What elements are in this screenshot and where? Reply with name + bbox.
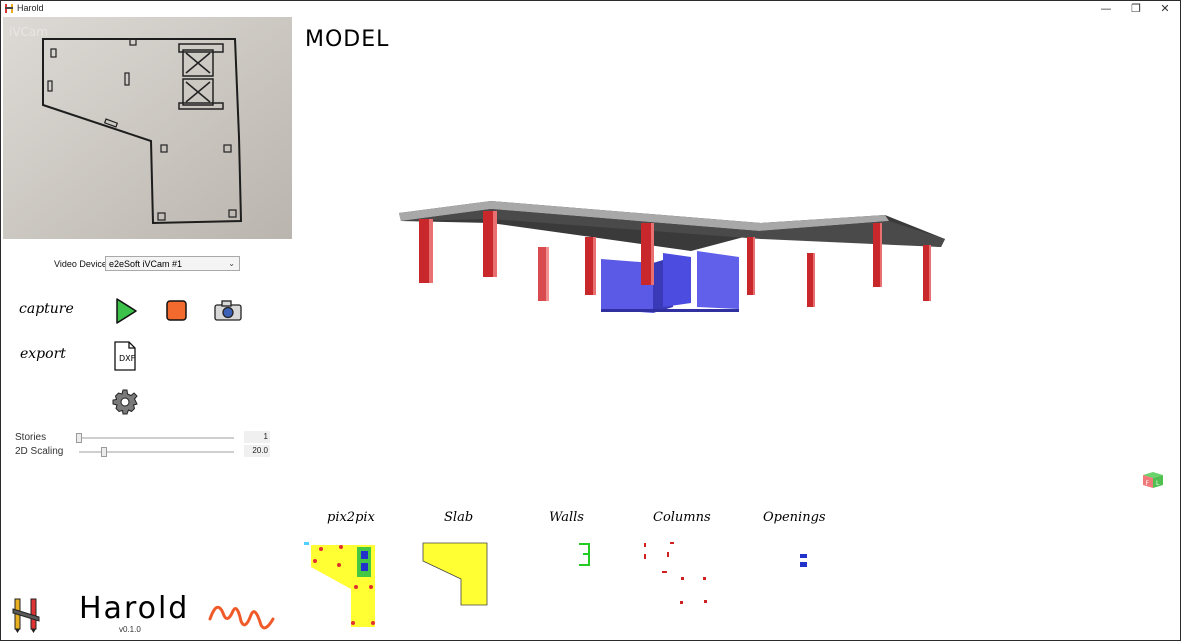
harold-scribble-logo — [208, 605, 275, 630]
app-window: Harold — ❐ ✕ iVCam Video Device e2eSoft … — [0, 0, 1181, 641]
window-title: Harold — [17, 3, 44, 13]
scaling-label: 2D Scaling — [15, 446, 64, 457]
camera-watermark: iVCam — [9, 25, 48, 39]
camera-snapshot-icon[interactable] — [214, 300, 242, 321]
stage-label-walls: Walls — [549, 510, 584, 525]
openings-thumbnail — [800, 554, 807, 567]
stop-icon[interactable] — [166, 300, 187, 321]
stories-slider-thumb[interactable] — [76, 433, 82, 443]
harold-logo-icon — [12, 598, 40, 633]
brand-version: v0.1.0 — [119, 625, 141, 634]
stage-label-slab: Slab — [444, 510, 474, 525]
stories-slider-track[interactable] — [79, 437, 234, 439]
stage-label-openings: Openings — [763, 510, 826, 525]
stories-label: Stories — [15, 432, 47, 443]
3d-model-viewport[interactable] — [391, 191, 951, 321]
camera-preview: iVCam — [3, 17, 292, 239]
play-icon[interactable] — [114, 297, 138, 325]
model-title: MODEL — [305, 27, 390, 52]
minimize-button[interactable]: — — [1091, 1, 1121, 17]
chevron-down-icon: ⌄ — [228, 259, 235, 268]
columns-thumbnail — [644, 542, 707, 604]
dxf-text: DXF — [119, 354, 136, 363]
scaling-slider-thumb[interactable] — [101, 447, 107, 457]
walls-thumbnail — [579, 543, 590, 566]
view-cube-icon[interactable]: F L — [1141, 469, 1165, 489]
brand-name: Harold — [79, 591, 190, 626]
scaling-value[interactable]: 20.0 — [244, 445, 270, 457]
gear-icon[interactable] — [112, 389, 138, 415]
stage-label-pix2pix: pix2pix — [327, 510, 375, 525]
title-bar: Harold — ❐ ✕ — [1, 1, 1180, 17]
floorplan-sketch-image — [3, 17, 292, 239]
restore-button[interactable]: ❐ — [1121, 1, 1151, 17]
pix2pix-thumbnail — [304, 542, 375, 627]
close-button[interactable]: ✕ — [1150, 1, 1180, 17]
video-device-label: Video Device — [54, 259, 107, 269]
stories-value[interactable]: 1 — [244, 431, 270, 443]
video-device-value: e2eSoft iVCam #1 — [109, 259, 183, 269]
export-label: export — [20, 346, 66, 362]
svg-text:F: F — [1146, 480, 1150, 487]
dxf-export-button[interactable]: DXF — [113, 341, 137, 371]
app-icon — [5, 4, 13, 13]
slab-thumbnail — [422, 542, 488, 606]
capture-label: capture — [19, 301, 74, 317]
video-device-select[interactable]: e2eSoft iVCam #1 ⌄ — [105, 256, 240, 271]
stage-label-columns: Columns — [653, 510, 711, 525]
